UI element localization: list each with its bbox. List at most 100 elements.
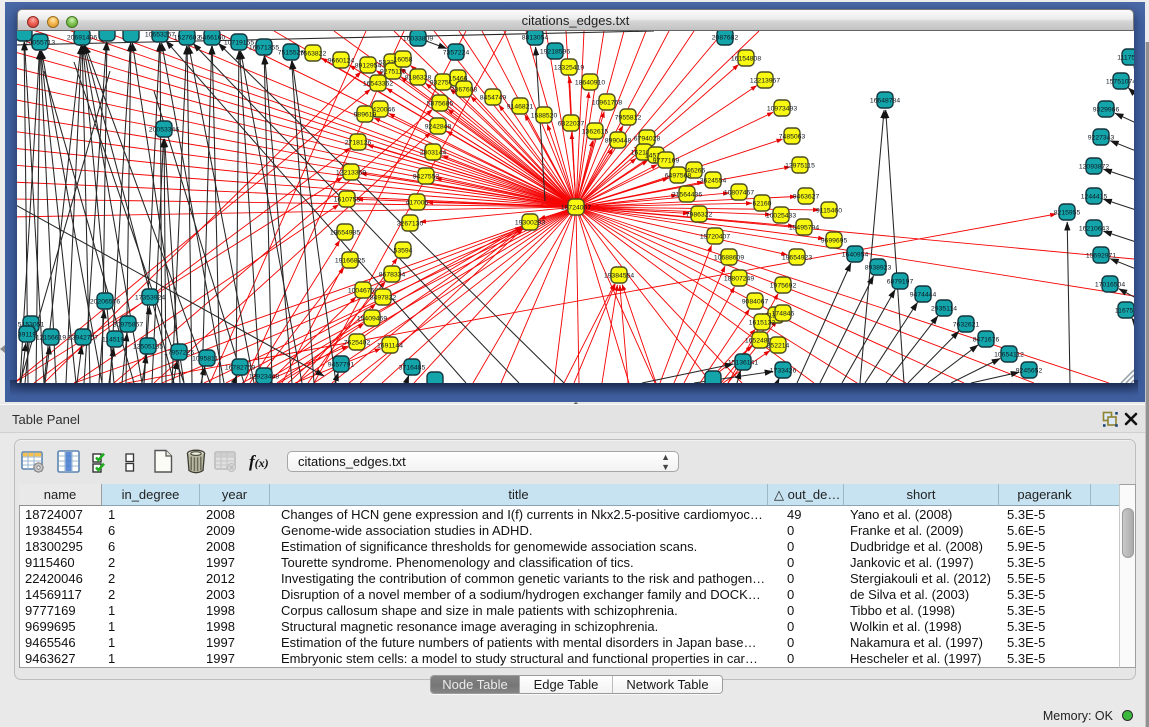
svg-text:18640910: 18640910 [575, 80, 605, 87]
svg-text:8497822: 8497822 [370, 295, 397, 302]
svg-text:12156619: 12156619 [36, 335, 66, 342]
svg-text:12505135: 12505135 [133, 344, 163, 351]
svg-text:16210643: 16210643 [1079, 226, 1109, 233]
svg-text:2803144: 2803144 [420, 150, 447, 157]
svg-text:16671355: 16671355 [249, 45, 279, 52]
svg-text:3267130: 3267130 [397, 221, 424, 228]
svg-text:18807249: 18807249 [724, 276, 754, 283]
svg-text:9115460: 9115460 [816, 208, 842, 215]
svg-text:15136141: 15136141 [728, 360, 758, 367]
svg-text:9242848: 9242848 [425, 124, 452, 131]
svg-text:1145194: 1145194 [102, 337, 128, 344]
svg-text:1691144: 1691144 [377, 343, 403, 350]
svg-text:10958117: 10958117 [192, 356, 222, 363]
svg-text:16154808: 16154808 [731, 56, 761, 63]
svg-text:13942757: 13942757 [68, 335, 98, 342]
svg-text:16648784: 16648784 [870, 98, 900, 105]
svg-text:2367608: 2367608 [451, 87, 478, 94]
svg-text:20691406: 20691406 [67, 35, 97, 42]
svg-text:19300293: 19300293 [515, 220, 545, 227]
svg-text:8678334: 8678334 [379, 272, 406, 279]
svg-text:62160: 62160 [753, 201, 772, 208]
svg-text:1362615: 1362615 [582, 129, 609, 136]
svg-text:8215955: 8215955 [1054, 210, 1081, 217]
svg-text:9329966: 9329966 [1093, 107, 1120, 114]
svg-text:8454749: 8454749 [480, 95, 507, 102]
svg-text:9227343: 9227343 [1088, 135, 1115, 142]
svg-text:16782759: 16782759 [225, 365, 255, 372]
svg-text:39119: 39119 [18, 332, 37, 339]
svg-text:6879197: 6879197 [887, 279, 914, 286]
svg-text:1975692: 1975692 [770, 283, 797, 290]
svg-text:12923448: 12923448 [249, 374, 279, 381]
svg-text:1588520: 1588520 [531, 113, 558, 120]
svg-text:1117534: 1117534 [1117, 55, 1134, 62]
svg-text:6322037: 6322037 [558, 121, 585, 128]
svg-text:17353924: 17353924 [135, 295, 165, 302]
svg-text:19654923: 19654923 [782, 255, 812, 262]
svg-text:15751074: 15751074 [1106, 79, 1134, 86]
svg-text:9474444: 9474444 [910, 292, 937, 299]
svg-text:20053346: 20053346 [149, 127, 179, 134]
svg-text:10973493: 10973493 [767, 106, 797, 113]
svg-text:10025433: 10025433 [766, 213, 796, 220]
svg-text:3716485: 3716485 [399, 365, 426, 372]
svg-text:12213369: 12213369 [336, 170, 366, 177]
svg-text:1244415: 1244415 [1081, 194, 1108, 201]
svg-text:6794028: 6794028 [634, 136, 661, 143]
svg-text:417006: 417006 [406, 200, 429, 207]
svg-text:10807467: 10807467 [724, 190, 754, 197]
svg-text:7625402: 7625402 [344, 340, 371, 347]
svg-text:5875685: 5875685 [427, 101, 454, 108]
svg-text:9275115: 9275115 [380, 69, 406, 76]
svg-text:116753: 116753 [1115, 308, 1134, 315]
svg-text:7357224: 7357224 [443, 50, 470, 57]
svg-text:9660124: 9660124 [328, 58, 355, 65]
svg-text:8813054: 8813054 [522, 35, 549, 42]
svg-text:20206576: 20206576 [90, 299, 120, 306]
svg-text:9463627: 9463627 [793, 194, 820, 201]
svg-text:1527602: 1527602 [174, 35, 201, 42]
svg-text:15409469: 15409469 [357, 316, 387, 323]
svg-text:9699695: 9699695 [821, 238, 848, 245]
svg-text:7955812: 7955812 [615, 115, 642, 122]
svg-text:10046768: 10046768 [348, 288, 378, 295]
svg-text:252214: 252214 [767, 343, 790, 350]
svg-text:15495794: 15495794 [789, 225, 819, 232]
svg-text:10688609: 10688609 [714, 255, 744, 262]
svg-text:16033809: 16033809 [403, 36, 433, 43]
svg-text:1733426: 1733426 [770, 368, 797, 375]
svg-text:18724007: 18724007 [561, 205, 591, 212]
svg-text:2718126: 2718126 [345, 140, 372, 147]
svg-text:6497568: 6497568 [665, 173, 692, 180]
svg-text:1610755: 1610755 [334, 197, 361, 204]
svg-text:10653267: 10653267 [145, 32, 175, 39]
svg-text:14055713: 14055713 [25, 40, 55, 47]
svg-text:12093872: 12093872 [1079, 164, 1109, 171]
svg-text:9146821: 9146821 [507, 104, 534, 111]
svg-text:8912954: 8912954 [355, 63, 382, 70]
svg-text:7986322: 7986322 [686, 212, 713, 219]
svg-text:15720407: 15720407 [700, 234, 730, 241]
svg-text:7563822: 7563822 [300, 51, 327, 58]
svg-text:9084067: 9084067 [742, 299, 769, 306]
svg-text:6466160: 6466160 [199, 35, 226, 42]
svg-text:16058: 16058 [394, 57, 413, 64]
svg-text:989619: 989619 [354, 112, 377, 119]
svg-text:30975867: 30975867 [113, 322, 143, 329]
svg-text:13325419: 13325419 [554, 65, 584, 72]
svg-text:2935114: 2935114 [931, 306, 957, 313]
svg-text:3624554: 3624554 [700, 178, 727, 185]
svg-text:21564436: 21564436 [672, 192, 702, 199]
svg-text:1640954: 1640954 [842, 252, 869, 259]
svg-text:15692971: 15692971 [1086, 253, 1116, 260]
svg-text:8186328: 8186328 [405, 75, 432, 82]
svg-text:10961768: 10961768 [592, 100, 622, 107]
svg-text:12975115: 12975115 [785, 163, 815, 170]
svg-text:2087682: 2087682 [712, 35, 739, 42]
svg-text:19166825: 19166825 [335, 258, 365, 265]
svg-text:8471676: 8471676 [973, 337, 1000, 344]
svg-text:19654985: 19654985 [330, 230, 360, 237]
svg-text:17957225: 17957225 [164, 350, 194, 357]
svg-text:10654112: 10654112 [994, 352, 1024, 359]
